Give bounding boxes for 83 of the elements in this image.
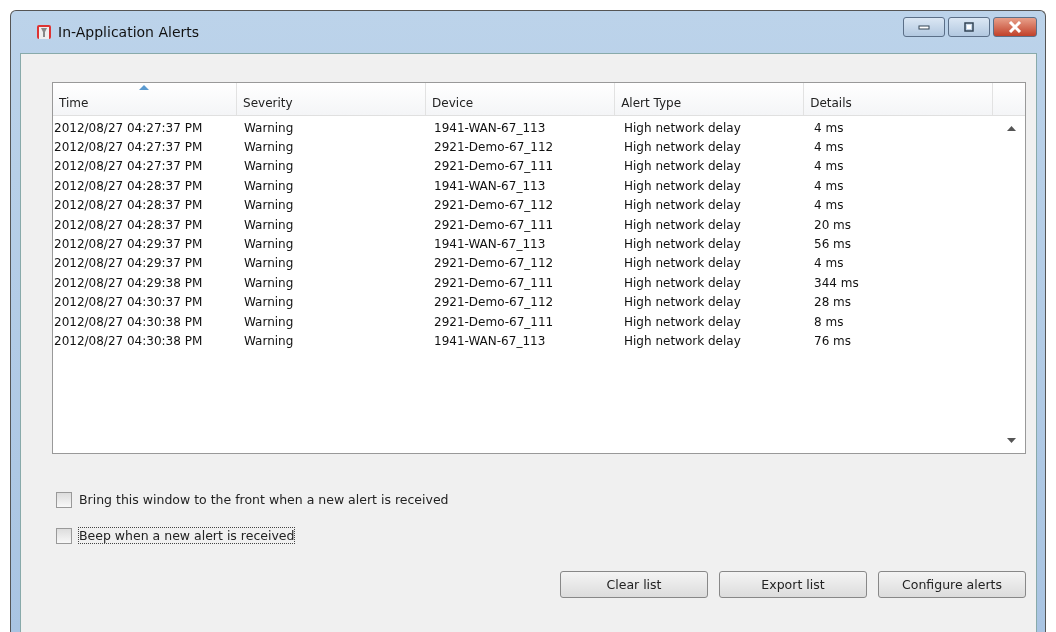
table-cell-text: 1941-WAN-67_113 (433, 237, 547, 252)
table-cell-text: 2012/08/27 04:28:37 PM (53, 217, 204, 232)
action-button[interactable]: Configure alerts (878, 571, 1026, 598)
table-cell-text: 2012/08/27 04:29:37 PM (53, 237, 204, 252)
table-cell-text: 2012/08/27 04:27:37 PM (53, 140, 204, 155)
sort-ascending-icon (139, 85, 149, 90)
table-cell-text: 2012/08/27 04:28:37 PM (53, 198, 204, 213)
table-cell-text: High network delay (623, 198, 742, 213)
table-cell-text: 2012/08/27 04:27:37 PM (53, 159, 204, 174)
app-icon (36, 24, 52, 40)
table-cell-text: Warning (243, 159, 295, 174)
table-cell-text: Warning (243, 120, 295, 135)
table-cell-text: 1941-WAN-67_113 (433, 120, 547, 135)
table-cell-text: High network delay (623, 217, 742, 232)
table-cell-text: High network delay (623, 295, 742, 310)
column-header[interactable]: Time (53, 83, 238, 115)
table-cell-text: High network delay (623, 334, 742, 348)
table-cell-text: 28 ms (813, 295, 853, 310)
table-cell-text: 4 ms (813, 159, 845, 174)
checkbox[interactable] (56, 491, 72, 508)
table-cell-text: 2921-Demo-67_112 (433, 198, 555, 213)
table-cell-text: High network delay (623, 178, 742, 193)
table-cell-text: 2012/08/27 04:29:38 PM (53, 275, 204, 290)
table-cell-text: 2921-Demo-67_111 (433, 314, 555, 329)
column-header[interactable]: Severity (237, 83, 427, 115)
window-title: In-Application Alerts (58, 24, 200, 40)
table-cell-text: 2921-Demo-67_111 (433, 217, 555, 232)
minimize-button[interactable] (903, 17, 945, 37)
table-cell-text: Warning (243, 334, 295, 348)
checkbox[interactable] (56, 527, 72, 544)
table-cell-text: 76 ms (813, 334, 853, 348)
table-cell-text: 4 ms (813, 140, 845, 155)
close-button[interactable] (993, 17, 1037, 37)
table-cell-text: 2921-Demo-67_111 (433, 275, 555, 290)
table-cell-text: Warning (243, 140, 295, 155)
table-cell-text: 1941-WAN-67_113 (433, 334, 547, 348)
minimize-icon (918, 24, 930, 30)
table-cell-text: Warning (243, 314, 295, 329)
checkbox-label[interactable]: Bring this window to the front when a new alert is received (78, 491, 450, 508)
table-cell-text: 2921-Demo-67_111 (433, 159, 555, 174)
maximize-icon (963, 22, 975, 32)
table-cell-text: High network delay (623, 140, 742, 155)
table-cell-text: High network delay (623, 275, 742, 290)
maximize-button[interactable] (948, 17, 990, 37)
table-cell-text: High network delay (623, 159, 742, 174)
table-cell-text: 8 ms (813, 314, 845, 329)
table-cell-text: 56 ms (813, 237, 853, 252)
close-icon (1007, 21, 1023, 33)
table-cell-text: 4 ms (813, 256, 845, 271)
table-cell-text: Warning (243, 198, 295, 213)
table-cell-text: 344 ms (813, 275, 860, 290)
table-cell-text: Warning (243, 295, 295, 310)
table-cell-text: 2012/08/27 04:30:38 PM (53, 314, 204, 329)
table-cell-text: 2921-Demo-67_112 (433, 256, 555, 271)
table-cell-text: 2012/08/27 04:30:37 PM (53, 295, 204, 310)
scroll-down-icon[interactable] (1007, 438, 1016, 443)
table-cell-text: Warning (243, 178, 295, 193)
table-cell-text: 2921-Demo-67_112 (433, 295, 555, 310)
checkbox-label[interactable]: Beep when a new alert is received (78, 527, 296, 544)
table-cell-text: 4 ms (813, 198, 845, 213)
table-cell-text: 2012/08/27 04:30:38 PM (53, 334, 204, 348)
table-cell-text: 2012/08/27 04:29:37 PM (53, 256, 204, 271)
table-cell-text: 4 ms (813, 120, 845, 135)
table-cell-text: Warning (243, 275, 295, 290)
table-cell-text: 4 ms (813, 178, 845, 193)
table-cell-text: Warning (243, 237, 295, 252)
table-cell-text: High network delay (623, 120, 742, 135)
column-header[interactable]: Alert Type (615, 83, 805, 115)
scroll-up-icon[interactable] (1007, 126, 1016, 131)
column-header[interactable]: Details (804, 83, 994, 115)
table-cell-text: High network delay (623, 237, 742, 252)
table-cell-text: 2012/08/27 04:27:37 PM (53, 120, 204, 135)
column-header[interactable]: Device (426, 83, 616, 115)
table-cell-text: High network delay (623, 314, 742, 329)
table-cell-text: 2012/08/27 04:28:37 PM (53, 178, 204, 193)
table-cell-text: 2921-Demo-67_112 (433, 140, 555, 155)
action-button[interactable]: Clear list (560, 571, 708, 598)
action-button[interactable]: Export list (719, 571, 867, 598)
table-cell-text: Warning (243, 256, 295, 271)
table-cell-text: 20 ms (813, 217, 853, 232)
table-cell-text: 1941-WAN-67_113 (433, 178, 547, 193)
table-cell-text: Warning (243, 217, 295, 232)
table-cell-text: High network delay (623, 256, 742, 271)
